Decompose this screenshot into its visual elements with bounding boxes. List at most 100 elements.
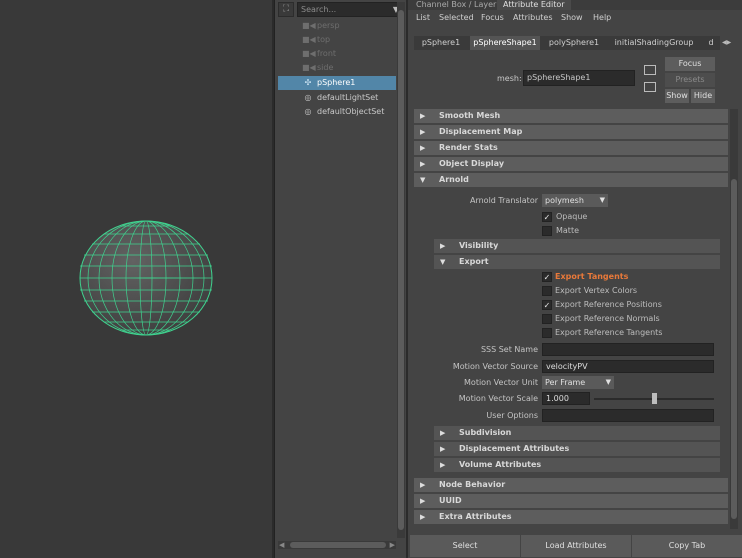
- user-options-field[interactable]: [542, 409, 714, 422]
- camera-icon: ■◀: [302, 35, 316, 44]
- section-extra-attributes[interactable]: ▶ Extra Attributes: [414, 510, 728, 524]
- focus-button[interactable]: Focus: [665, 57, 715, 71]
- subsection-export[interactable]: ▼ Export: [434, 255, 720, 269]
- attribute-editor-scrollbar[interactable]: [730, 109, 738, 529]
- subsection-label: Visibility: [459, 241, 499, 250]
- section-smooth-mesh[interactable]: ▶ Smooth Mesh: [414, 109, 728, 123]
- section-displacement-map[interactable]: ▶ Displacement Map: [414, 125, 728, 139]
- motion-vector-scale-slider-handle[interactable]: [652, 393, 657, 404]
- motion-vector-unit-dropdown[interactable]: Per Frame ▼: [542, 376, 614, 389]
- outliner-item-label: defaultLightSet: [317, 93, 379, 102]
- outliner-options-icon[interactable]: ⛶: [278, 2, 294, 17]
- tab-polysphere1[interactable]: polySphere1: [544, 36, 604, 50]
- section-object-display[interactable]: ▶ Object Display: [414, 157, 728, 171]
- copy-tab-button[interactable]: Copy Tab: [632, 535, 742, 557]
- section-node-behavior[interactable]: ▶ Node Behavior: [414, 478, 728, 492]
- outliner-item-side[interactable]: ■◀ side: [278, 61, 396, 75]
- expand-icon: ▶: [420, 128, 426, 136]
- arnold-translator-dropdown[interactable]: polymesh ▼: [542, 194, 608, 207]
- go-to-input-icon[interactable]: [644, 65, 656, 75]
- expand-icon: ▶: [420, 144, 426, 152]
- expand-icon: ▶: [420, 112, 426, 120]
- section-label: Render Stats: [439, 143, 498, 152]
- tab-psphere1[interactable]: pSphere1: [416, 36, 466, 50]
- show-button[interactable]: Show: [665, 89, 689, 103]
- outliner-item-psphere1[interactable]: ✣ pSphere1: [278, 76, 396, 90]
- hide-button[interactable]: Hide: [691, 89, 715, 103]
- outliner-item-top[interactable]: ■◀ top: [278, 33, 396, 47]
- outliner-item-persp[interactable]: ■◀ persp: [278, 19, 396, 33]
- scrollbar-thumb[interactable]: [290, 542, 386, 548]
- export-vertex-colors-label: Export Vertex Colors: [555, 286, 638, 295]
- menu-show[interactable]: Show: [561, 11, 583, 25]
- collapse-icon: ▼: [420, 176, 426, 184]
- export-reference-positions-checkbox[interactable]: ✓: [542, 300, 552, 310]
- motion-vector-scale-field[interactable]: 1.000: [542, 392, 590, 405]
- subsection-visibility[interactable]: ▶ Visibility: [434, 239, 720, 253]
- tab-psphereshape1[interactable]: pSphereShape1: [470, 36, 540, 50]
- menu-attributes[interactable]: Attributes: [513, 11, 553, 25]
- opaque-label: Opaque: [556, 212, 588, 221]
- section-label: UUID: [439, 496, 462, 505]
- section-label: Node Behavior: [439, 480, 506, 489]
- tabs-scroll-arrows[interactable]: ◀▶: [722, 36, 738, 50]
- outliner-item-label: top: [317, 35, 331, 44]
- attribute-editor-panel: Channel Box / Layer Editor Attribute Edi…: [408, 0, 742, 558]
- section-render-stats[interactable]: ▶ Render Stats: [414, 141, 728, 155]
- subsection-label: Export: [459, 257, 489, 266]
- expand-icon: ▶: [420, 481, 426, 489]
- camera-icon: ■◀: [302, 21, 316, 30]
- subsection-subdivision[interactable]: ▶ Subdivision: [434, 426, 720, 440]
- section-label: Object Display: [439, 159, 505, 168]
- outliner-item-defaultobjectset[interactable]: ◎ defaultObjectSet: [278, 105, 396, 119]
- viewport-panel[interactable]: [0, 0, 272, 558]
- section-uuid[interactable]: ▶ UUID: [414, 494, 728, 508]
- outliner-search-row: ⛶ Search... ▼: [275, 2, 407, 17]
- outliner-search-input[interactable]: Search... ▼: [297, 2, 403, 17]
- tab-initialshadinggroup[interactable]: initialShadingGroup: [608, 36, 700, 50]
- expand-icon: ▶: [420, 497, 426, 505]
- scrollbar-thumb[interactable]: [398, 10, 404, 530]
- outliner-item-defaultlightset[interactable]: ◎ defaultLightSet: [278, 91, 396, 105]
- go-to-output-icon[interactable]: [644, 82, 656, 92]
- select-button[interactable]: Select: [410, 535, 520, 557]
- subsection-displacement-attributes[interactable]: ▶ Displacement Attributes: [434, 442, 720, 456]
- outliner-vertical-scrollbar[interactable]: [397, 2, 405, 538]
- load-attributes-button[interactable]: Load Attributes: [521, 535, 631, 557]
- sphere-wireframe[interactable]: [78, 219, 214, 337]
- scroll-right-icon[interactable]: ▶: [390, 541, 395, 549]
- export-tangents-checkbox[interactable]: ✓: [542, 272, 552, 282]
- tab-attribute-editor[interactable]: Attribute Editor: [497, 0, 571, 10]
- menu-selected[interactable]: Selected: [439, 11, 474, 25]
- bottom-button-bar: Select Load Attributes Copy Tab: [408, 534, 742, 558]
- export-reference-tangents-checkbox[interactable]: [542, 328, 552, 338]
- menu-help[interactable]: Help: [593, 11, 611, 25]
- menu-list[interactable]: List: [416, 11, 430, 25]
- mesh-name-field[interactable]: pSphereShape1: [523, 70, 635, 86]
- outliner-horizontal-scrollbar[interactable]: ◀ ▶: [278, 541, 396, 549]
- dropdown-value: Per Frame: [545, 378, 586, 387]
- subsection-volume-attributes[interactable]: ▶ Volume Attributes: [434, 458, 720, 472]
- search-placeholder: Search...: [301, 5, 337, 14]
- chevron-down-icon: ▼: [599, 196, 605, 204]
- sss-set-name-field[interactable]: [542, 343, 714, 356]
- opaque-checkbox[interactable]: ✓: [542, 212, 552, 222]
- motion-vector-source-field[interactable]: velocityPV: [542, 360, 714, 373]
- matte-label: Matte: [556, 226, 579, 235]
- subsection-label: Displacement Attributes: [459, 444, 570, 453]
- section-arnold[interactable]: ▼ Arnold: [414, 173, 728, 187]
- export-reference-normals-checkbox[interactable]: [542, 314, 552, 324]
- tab-more[interactable]: d: [704, 36, 718, 50]
- menu-focus[interactable]: Focus: [481, 11, 504, 25]
- outliner-item-front[interactable]: ■◀ front: [278, 47, 396, 61]
- scroll-left-icon[interactable]: ◀: [279, 541, 284, 549]
- user-options-label: User Options: [486, 411, 538, 420]
- scrollbar-thumb[interactable]: [731, 179, 737, 519]
- set-icon: ◎: [304, 93, 312, 102]
- expand-icon: ▶: [420, 513, 426, 521]
- matte-checkbox[interactable]: [542, 226, 552, 236]
- expand-icon: ▶: [440, 445, 446, 453]
- export-vertex-colors-checkbox[interactable]: [542, 286, 552, 296]
- dropdown-value: polymesh: [545, 196, 584, 205]
- presets-button[interactable]: Presets: [665, 73, 715, 87]
